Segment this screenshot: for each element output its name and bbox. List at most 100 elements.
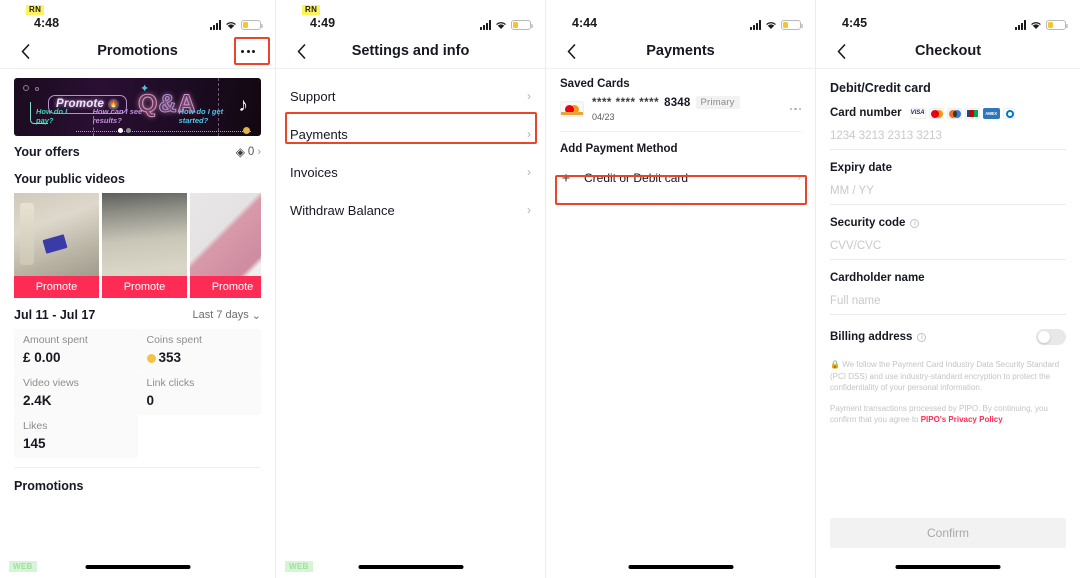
- coin-icon: [146, 353, 156, 363]
- saved-card-number: **** **** **** 8348 Primary: [592, 96, 782, 109]
- status-time: 4:48: [34, 16, 60, 30]
- mastercard-icon: [560, 101, 584, 117]
- visa-icon: VISA: [909, 107, 926, 119]
- settings-item-withdraw-balance[interactable]: Withdraw Balance ›: [290, 191, 531, 229]
- settings-item-label: Payments: [290, 126, 348, 142]
- your-offers-label: Your offers: [14, 144, 80, 159]
- banner-question-2: How can I see results?: [92, 107, 143, 125]
- security-code-input[interactable]: CVV/CVC: [830, 229, 1066, 260]
- date-range-row: Jul 11 - Jul 17 Last 7 days ⌄: [14, 308, 261, 322]
- status-bar: 4:44: [546, 0, 815, 34]
- chevron-right-icon: ›: [527, 165, 531, 179]
- stats-grid: Amount spent £ 0.00 Coins spent 353 Vide…: [14, 329, 261, 458]
- saved-card-row[interactable]: **** **** **** 8348 Primary 04/23: [560, 96, 801, 132]
- wifi-icon: [225, 20, 237, 30]
- settings-item-label: Support: [290, 88, 336, 104]
- billing-address-label: Billing address: [830, 331, 913, 343]
- home-indicator: [895, 565, 1001, 569]
- stat-cell: Coins spent 353: [137, 329, 262, 372]
- info-icon[interactable]: i: [917, 332, 927, 342]
- billing-address-toggle[interactable]: [1036, 329, 1066, 345]
- confirm-button[interactable]: Confirm: [830, 518, 1066, 548]
- video-thumbnail[interactable]: Promote: [102, 193, 187, 298]
- back-button[interactable]: [14, 40, 36, 62]
- nav-bar: Settings and info: [276, 34, 545, 68]
- status-badge-primary: Primary: [695, 96, 740, 109]
- stat-cell: Video views 2.4K: [14, 372, 138, 415]
- plus-icon: +: [561, 169, 571, 187]
- card-brand-icons: VISA AMEX: [909, 107, 1015, 119]
- stat-cell: Link clicks 0: [137, 372, 261, 415]
- chevron-right-icon: ›: [527, 203, 531, 217]
- card-expiry: 04/23: [592, 112, 615, 122]
- rn-badge: RN: [26, 5, 45, 15]
- add-credit-debit-card-row[interactable]: + Credit or Debit card ›: [560, 163, 801, 193]
- stat-value: 353: [146, 348, 262, 368]
- add-payment-method-heading: Add Payment Method: [560, 143, 678, 155]
- wifi-icon: [495, 20, 507, 30]
- more-options-button[interactable]: [235, 42, 261, 60]
- jcb-icon: [964, 107, 980, 119]
- signal-icon: [210, 20, 221, 30]
- home-indicator: [85, 565, 190, 569]
- wifi-icon: [765, 20, 777, 30]
- chevron-right-icon: ›: [527, 127, 531, 141]
- privacy-policy-link[interactable]: PIPO's Privacy Policy: [921, 415, 1003, 424]
- settings-item-label: Withdraw Balance: [290, 202, 395, 218]
- video-thumbnail[interactable]: Promote: [190, 193, 261, 298]
- expiry-date-input[interactable]: MM / YY: [830, 174, 1066, 205]
- your-offers-value: ◈ 0 ›: [236, 145, 261, 159]
- security-code-label: Security code: [830, 217, 906, 229]
- public-videos-heading: Your public videos: [14, 172, 125, 186]
- date-range-selector[interactable]: Last 7 days ⌄: [193, 309, 261, 322]
- back-button[interactable]: [560, 40, 582, 62]
- card-more-options-button[interactable]: [789, 107, 801, 111]
- promote-button[interactable]: Promote: [14, 276, 99, 298]
- banner-track-dot-yellow: [243, 127, 250, 134]
- nav-divider: [816, 68, 1080, 69]
- battery-icon: [781, 20, 803, 30]
- saved-cards-heading: Saved Cards: [560, 78, 630, 90]
- info-icon[interactable]: i: [910, 218, 920, 228]
- promo-banner[interactable]: ✦ Promote 🔥 Q&A ♪ How do I pay? How can …: [14, 78, 261, 136]
- status-bar: 4:45: [816, 0, 1080, 34]
- status-time: 4:49: [310, 16, 336, 30]
- settings-item-payments[interactable]: Payments ›: [290, 115, 531, 153]
- settings-item-support[interactable]: Support ›: [290, 77, 531, 115]
- security-code-field: Security code i CVV/CVC: [830, 217, 1066, 260]
- card-number-label: Card number: [830, 107, 902, 119]
- card-mask: **** **** ****: [592, 96, 660, 109]
- home-indicator: [628, 565, 733, 569]
- cardholder-name-input[interactable]: Full name: [830, 284, 1066, 315]
- coupon-icon: ◈: [235, 144, 245, 159]
- chevron-right-icon: ›: [527, 89, 531, 103]
- promote-button[interactable]: Promote: [102, 276, 187, 298]
- stat-cell: Amount spent £ 0.00: [14, 329, 138, 372]
- settings-list: Support › Payments › Invoices › Withdraw…: [276, 77, 545, 229]
- back-button[interactable]: [290, 40, 312, 62]
- nav-divider: [0, 68, 275, 69]
- battery-icon: [511, 20, 533, 30]
- signal-icon: [1015, 20, 1026, 30]
- promote-button[interactable]: Promote: [190, 276, 261, 298]
- add-card-label: Credit or Debit card: [584, 171, 689, 185]
- video-thumbnail[interactable]: Promote: [14, 193, 99, 298]
- signal-icon: [480, 20, 491, 30]
- home-indicator: [358, 565, 463, 569]
- panel-settings-and-info: RN 4:49 Settings and info Support › Paym…: [275, 0, 545, 578]
- back-button[interactable]: [830, 40, 852, 62]
- lock-icon: 🔒: [830, 360, 840, 369]
- card-number-field: Card number VISA AMEX 1234 3213 2313 321…: [830, 107, 1066, 150]
- expiry-date-label: Expiry date: [830, 162, 892, 174]
- banner-dot-icon: [35, 87, 39, 91]
- banner-dotted-track: [76, 129, 251, 132]
- card-number-input[interactable]: 1234 3213 2313 3213: [830, 119, 1066, 150]
- stat-key: Amount spent: [23, 334, 88, 346]
- settings-item-invoices[interactable]: Invoices ›: [290, 153, 531, 191]
- nav-bar: Checkout: [816, 34, 1080, 68]
- page-title: Settings and info: [351, 43, 470, 59]
- panel-checkout: 4:45 Checkout Debit/Credit card Card num…: [815, 0, 1080, 578]
- banner-question-1: How do I pay?: [36, 107, 68, 125]
- your-offers-row[interactable]: Your offers ◈ 0 ›: [14, 136, 261, 167]
- page-title: Payments: [646, 43, 715, 59]
